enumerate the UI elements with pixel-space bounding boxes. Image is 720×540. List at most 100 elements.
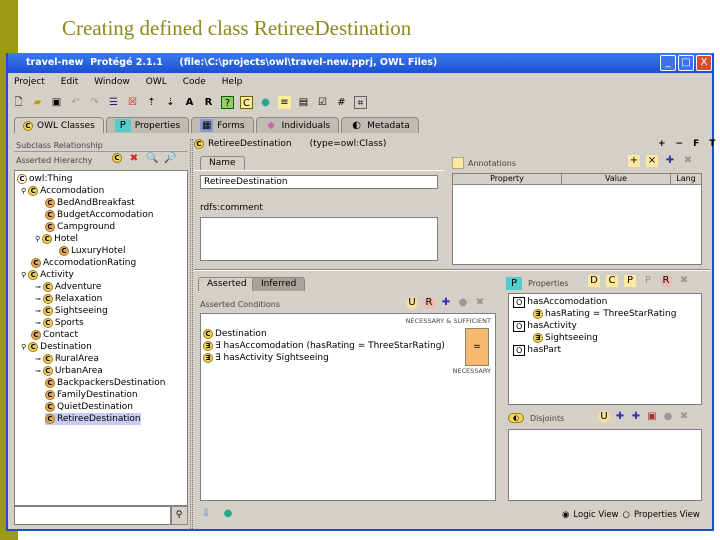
move-down-icon[interactable]: ⇣ bbox=[164, 96, 177, 109]
font-a-icon[interactable]: A bbox=[183, 96, 196, 109]
tab-metadata[interactable]: ◐ Metadata bbox=[341, 117, 419, 133]
add-value-icon[interactable]: ✚ bbox=[664, 155, 676, 167]
create-restriction-icon[interactable]: U bbox=[406, 297, 418, 309]
tree-item[interactable]: ⊸ C UrbanArea bbox=[35, 365, 103, 377]
tree-item[interactable]: C QuietDestination bbox=[45, 401, 133, 413]
restriction-icon[interactable]: R bbox=[660, 275, 672, 287]
close-button[interactable]: X bbox=[696, 55, 712, 71]
class-name-field[interactable]: RetireeDestination bbox=[200, 175, 438, 189]
t-control[interactable]: T bbox=[709, 139, 715, 149]
tab-asserted[interactable]: Asserted bbox=[198, 277, 256, 291]
delete-icon[interactable]: ✖ bbox=[474, 297, 486, 309]
tree-item[interactable]: C BackpackersDestination bbox=[45, 377, 166, 389]
add-annotation-icon[interactable]: + bbox=[628, 155, 640, 167]
expander-icon[interactable]: ⚲ bbox=[21, 187, 26, 195]
remove-icon[interactable]: ✖ bbox=[682, 155, 694, 167]
tree-item[interactable]: C Contact bbox=[31, 329, 78, 341]
delete-icon[interactable]: ☒ bbox=[126, 96, 139, 109]
add-icon[interactable]: ✚ bbox=[614, 411, 626, 423]
tab-inferred[interactable]: Inferred bbox=[252, 277, 306, 291]
property-item[interactable]: ∃ hasRating = ThreeStarRating bbox=[533, 308, 676, 320]
expander-icon[interactable]: ⚲ bbox=[21, 343, 26, 351]
logic-view-radio[interactable]: ◉ bbox=[562, 510, 569, 520]
add-named-class-icon[interactable]: ✚ bbox=[440, 297, 452, 309]
condition-item[interactable]: ∃ ∃ hasAccomodation (hasRating = ThreeSta… bbox=[203, 340, 445, 352]
font-r-icon[interactable]: R bbox=[202, 96, 215, 109]
condition-item[interactable]: ∃ ∃ hasActivity Sightseeing bbox=[203, 352, 329, 364]
checkbox-icon[interactable]: ☑ bbox=[316, 96, 329, 109]
search-icon[interactable]: ● bbox=[662, 411, 674, 423]
expander-icon[interactable]: ⚲ bbox=[21, 271, 26, 279]
minimize-button[interactable]: _ bbox=[660, 55, 676, 71]
search-next-icon[interactable]: 🔎 bbox=[164, 153, 176, 165]
create-icon[interactable]: U bbox=[598, 411, 610, 423]
search-icon[interactable]: ● bbox=[457, 297, 469, 309]
globe-icon[interactable]: ● bbox=[222, 508, 234, 520]
tree-icon[interactable]: ⌗ bbox=[354, 95, 367, 109]
search-class-icon[interactable]: 🔍 bbox=[146, 153, 158, 165]
class-property-icon[interactable]: C bbox=[606, 275, 618, 287]
property-item[interactable]: OhasPart bbox=[513, 344, 561, 356]
tab-forms[interactable]: ▦ Forms bbox=[191, 117, 254, 133]
save-icon[interactable]: ▣ bbox=[50, 96, 63, 109]
tree-item[interactable]: C BedAndBreakfast bbox=[45, 197, 135, 209]
tree-item[interactable]: C RetireeDestination bbox=[45, 413, 141, 425]
tree-item[interactable]: C BudgetAccomodation bbox=[45, 209, 154, 221]
expander-icon[interactable]: ⊸ bbox=[35, 355, 41, 363]
properties-view-radio[interactable]: ○ bbox=[623, 510, 630, 520]
expander-icon[interactable]: ⊸ bbox=[35, 283, 41, 291]
cut-icon[interactable]: ☰ bbox=[107, 96, 120, 109]
column-lang[interactable]: Lang bbox=[671, 174, 701, 184]
expander-icon[interactable]: ⊸ bbox=[35, 295, 41, 303]
f-control[interactable]: F bbox=[693, 139, 699, 149]
comment-textarea[interactable] bbox=[200, 217, 438, 261]
tree-item[interactable]: Cowl:Thing bbox=[17, 173, 73, 185]
tree-item[interactable]: ⊸ C Adventure bbox=[35, 281, 101, 293]
create-subclass-icon[interactable]: C bbox=[112, 153, 122, 163]
tree-item[interactable]: ⊸ C RuralArea bbox=[35, 353, 99, 365]
property-item[interactable]: ∃ Sightseeing bbox=[533, 332, 598, 344]
column-property[interactable]: Property bbox=[453, 174, 562, 184]
menu-window[interactable]: Window bbox=[94, 77, 130, 88]
tab-properties[interactable]: P Properties bbox=[105, 117, 190, 133]
globe-icon[interactable]: ● bbox=[259, 96, 272, 109]
p-icon[interactable]: P bbox=[642, 275, 654, 287]
delete-icon[interactable]: ✖ bbox=[678, 275, 690, 287]
add-control[interactable]: + bbox=[658, 139, 666, 149]
datatype-icon[interactable]: D bbox=[588, 275, 600, 287]
tab-individuals[interactable]: ◆ Individuals bbox=[255, 117, 340, 133]
property-item[interactable]: OhasActivity bbox=[513, 320, 577, 332]
tree-item[interactable]: ⚲ C Destination bbox=[21, 341, 92, 353]
tree-item[interactable]: ⚲ C Hotel bbox=[35, 233, 78, 245]
menu-owl[interactable]: OWL bbox=[146, 77, 167, 88]
class-search-input[interactable] bbox=[14, 506, 172, 525]
expander-icon[interactable]: ⊸ bbox=[35, 367, 41, 375]
menu-edit[interactable]: Edit bbox=[61, 77, 78, 88]
move-up-icon[interactable]: ⇡ bbox=[145, 96, 158, 109]
condition-item[interactable]: C Destination bbox=[203, 328, 267, 340]
add-property-icon[interactable]: P bbox=[624, 275, 636, 287]
tab-name[interactable]: Name bbox=[200, 156, 245, 170]
tab-owl-classes[interactable]: C OWL Classes bbox=[14, 117, 104, 133]
tree-item[interactable]: ⊸ C Sports bbox=[35, 317, 84, 329]
remove-all-icon[interactable]: ▣ bbox=[646, 411, 658, 423]
create-expression-icon[interactable]: R bbox=[423, 297, 435, 309]
tree-item[interactable]: C FamilyDestination bbox=[45, 389, 138, 401]
export-icon[interactable]: ⇩ bbox=[200, 508, 212, 520]
delete-annotation-icon[interactable]: × bbox=[646, 155, 658, 167]
tree-item[interactable]: C Campground bbox=[45, 221, 115, 233]
tree-item[interactable]: ⚲ C Accomodation bbox=[21, 185, 104, 197]
open-folder-icon[interactable]: ▰ bbox=[31, 96, 44, 109]
property-item[interactable]: OhasAccomodation bbox=[513, 296, 607, 308]
metadata-icon[interactable]: ≡ bbox=[278, 95, 291, 109]
redo-icon[interactable]: ↷ bbox=[88, 96, 101, 109]
menu-project[interactable]: Project bbox=[14, 77, 45, 88]
grid-icon[interactable]: # bbox=[335, 96, 348, 109]
add-all-icon[interactable]: ✚ bbox=[630, 411, 642, 423]
tree-item[interactable]: C LuxuryHotel bbox=[59, 245, 125, 257]
menu-code[interactable]: Code bbox=[183, 77, 206, 88]
binoculars-icon[interactable]: ⚲ bbox=[170, 506, 188, 525]
expander-icon[interactable]: ⊸ bbox=[35, 307, 41, 315]
delete-icon[interactable]: ✖ bbox=[678, 411, 690, 423]
tree-item[interactable]: ⚲ C Activity bbox=[21, 269, 74, 281]
